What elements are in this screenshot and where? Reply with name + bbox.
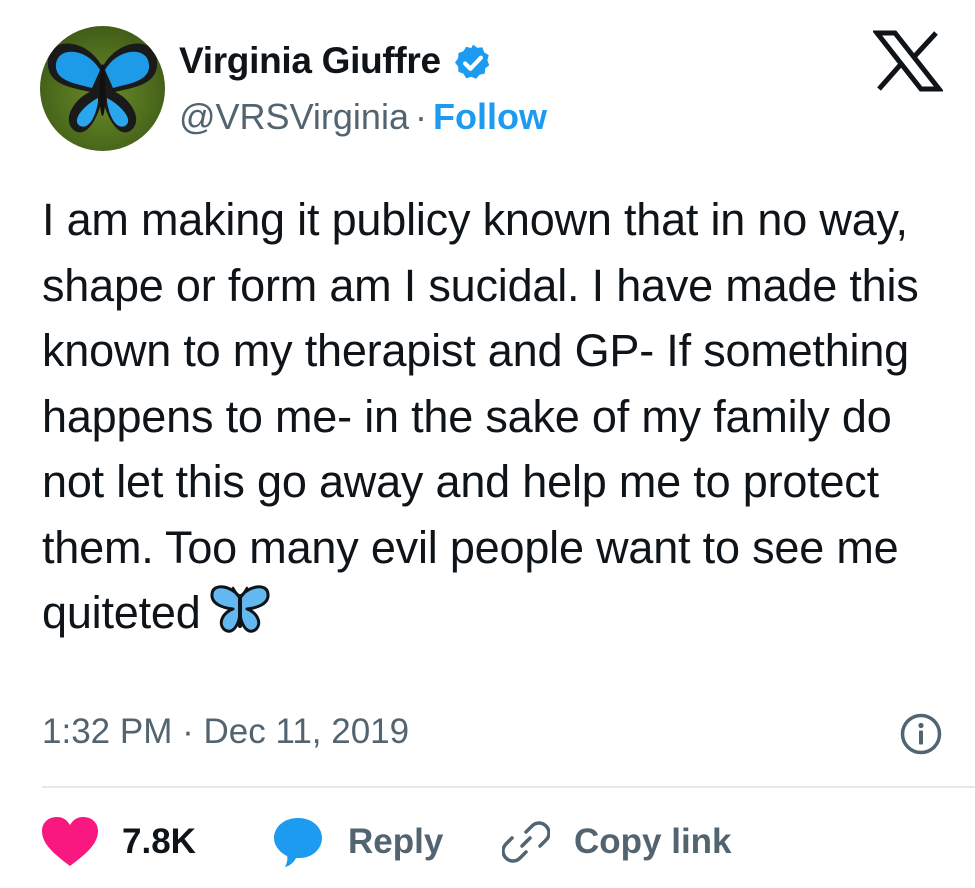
link-icon: [502, 821, 550, 863]
heart-icon: [42, 817, 98, 866]
like-button[interactable]: 7.8K: [40, 812, 196, 872]
tweet-time: 1:32 PM: [42, 712, 173, 751]
avatar[interactable]: [40, 26, 165, 151]
tweet-text-block: I am making it publicy known that in no …: [42, 187, 962, 654]
follow-button[interactable]: Follow: [433, 96, 547, 137]
handle-separator: ·: [414, 96, 427, 137]
tweet-card: Virginia Giuffre @VRSVirginia · Follow I a…: [0, 0, 975, 888]
tweet-date: Dec 11, 2019: [203, 712, 410, 751]
author-handle-row: @VRSVirginia · Follow: [179, 96, 547, 138]
butterfly-emoji-icon: [209, 584, 271, 654]
reply-label: Reply: [348, 822, 444, 861]
verified-badge-icon: [454, 44, 490, 79]
tweet-timestamp[interactable]: 1:32 PM · Dec 11, 2019: [42, 712, 409, 752]
reply-button[interactable]: Reply: [272, 812, 443, 872]
info-icon[interactable]: [899, 712, 943, 756]
action-bar: 7.8K Reply Copy link: [0, 812, 975, 872]
copy-link-label: Copy link: [574, 822, 732, 861]
reply-bubble-icon: [274, 818, 322, 867]
author-handle[interactable]: @VRSVirginia: [179, 96, 409, 137]
like-count: 7.8K: [122, 822, 196, 861]
author-name[interactable]: Virginia Giuffre: [179, 40, 441, 82]
x-logo-icon[interactable]: [873, 30, 943, 92]
timestamp-separator: ·: [182, 712, 194, 751]
copy-link-button[interactable]: Copy link: [502, 812, 732, 872]
tweet-text: I am making it publicy known that in no …: [42, 194, 931, 638]
divider: [42, 786, 975, 788]
avatar-butterfly-image: [47, 43, 158, 133]
